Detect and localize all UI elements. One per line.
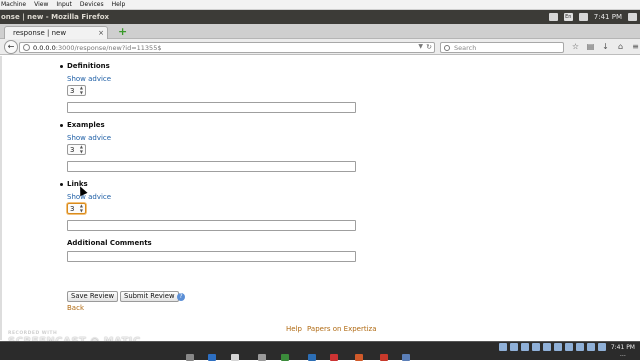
url-bar[interactable]: 0.0.0.0 :3000/response/new?id=11355$ ▼ ↻ (19, 42, 435, 53)
footer-papers-link[interactable]: Papers on Expertiza (307, 325, 377, 333)
reload-icon[interactable]: ↻ (426, 43, 432, 51)
score-select[interactable]: 3 ▲ ▼ (67, 144, 86, 155)
show-advice-link[interactable]: Show advice (67, 193, 111, 201)
spinner-arrows-icon: ▲ ▼ (79, 203, 83, 213)
vm-menu-bar: Machine View Input Devices Help (0, 0, 640, 10)
keyboard-layout-indicator[interactable]: En (563, 13, 573, 21)
taskbar-date: … (619, 351, 626, 358)
taskbar-clock[interactable]: 7:41 PM … (611, 344, 635, 358)
bullet (60, 183, 63, 186)
bullet (60, 65, 63, 68)
bookmark-star-icon[interactable]: ☆ (571, 42, 580, 51)
tray-icon[interactable] (554, 343, 562, 351)
system-tray: En 7:41 PM (548, 10, 637, 24)
spinner-arrows-icon: ▲ ▼ (79, 144, 83, 154)
vm-menu-machine[interactable]: Machine (1, 1, 26, 8)
menu-icon[interactable]: ≡ (631, 42, 640, 51)
footer-help-link[interactable]: Help (286, 325, 302, 333)
additional-comments-label: Additional Comments (67, 239, 152, 247)
close-tab-icon[interactable]: × (98, 29, 104, 37)
score-value: 3 (70, 146, 75, 154)
url-dropdown-icon[interactable]: ▼ (418, 43, 423, 50)
host-taskbar: 7:41 PM … (0, 341, 640, 361)
score-value: 3 (70, 87, 75, 95)
help-icon[interactable]: ? (177, 293, 185, 301)
bookmarks-menu-icon[interactable]: ▤ (586, 42, 595, 51)
window-title: onse | new - Mozilla Firefox (1, 13, 110, 21)
url-host: 0.0.0.0 (33, 43, 56, 52)
show-advice-link[interactable]: Show advice (67, 75, 111, 83)
new-tab-icon[interactable]: + (118, 26, 127, 37)
power-icon[interactable] (628, 13, 637, 21)
page-content: Definitions Show advice 3 ▲ ▼ Examples Sh… (0, 56, 640, 340)
score-value: 3 (70, 205, 75, 213)
show-advice-link[interactable]: Show advice (67, 134, 111, 142)
globe-icon (23, 44, 30, 51)
section-title: Definitions (67, 62, 110, 70)
tray-icon[interactable] (521, 343, 529, 351)
comment-field[interactable] (67, 161, 356, 172)
vm-menu-help[interactable]: Help (112, 1, 126, 8)
tray-icon[interactable] (576, 343, 584, 351)
tab-label: response | new (13, 29, 67, 37)
search-placeholder: Search (454, 43, 477, 52)
tray-icon[interactable] (587, 343, 595, 351)
tab-bar: response | new × + (0, 24, 640, 39)
url-path: :3000/response/new?id=11355$ (55, 43, 162, 52)
top-panel: onse | new - Mozilla Firefox En 7:41 PM (0, 10, 640, 24)
tray-icon[interactable] (543, 343, 551, 351)
network-icon[interactable] (548, 13, 558, 21)
comment-field[interactable] (67, 102, 356, 113)
back-button[interactable]: ← (4, 40, 18, 54)
save-review-button[interactable]: Save Review (67, 291, 119, 302)
section-title: Examples (67, 121, 105, 129)
panel-clock[interactable]: 7:41 PM (594, 13, 622, 21)
tab-response-new[interactable]: response | new × (4, 26, 108, 39)
download-icon[interactable]: ↓ (601, 42, 610, 51)
vm-menu-input[interactable]: Input (56, 1, 72, 8)
vm-menu-view[interactable]: View (34, 1, 48, 8)
spinner-arrows-icon: ▲ ▼ (79, 85, 83, 95)
search-bar[interactable]: Search (440, 42, 564, 53)
submit-review-button[interactable]: Submit Review (120, 291, 179, 302)
tray-icon[interactable] (499, 343, 507, 351)
search-icon (444, 44, 450, 51)
vm-menu-devices[interactable]: Devices (80, 1, 104, 8)
additional-comments-field[interactable] (67, 251, 356, 262)
tray-icon[interactable] (598, 343, 606, 351)
tray-icon[interactable] (532, 343, 540, 351)
home-icon[interactable]: ⌂ (616, 42, 625, 51)
tray-icon[interactable] (510, 343, 518, 351)
comment-field[interactable] (67, 220, 356, 231)
score-select[interactable]: 3 ▲ ▼ (67, 85, 86, 96)
tray-icon[interactable] (565, 343, 573, 351)
navigation-bar: ← 0.0.0.0 :3000/response/new?id=11355$ ▼… (0, 39, 640, 55)
page-edge (0, 56, 2, 340)
score-select[interactable]: 3 ▲ ▼ (67, 203, 86, 214)
toolbar-icons: ☆ ▤ ↓ ⌂ ≡ (571, 42, 640, 51)
volume-icon[interactable] (578, 13, 588, 21)
back-link[interactable]: Back (67, 304, 84, 312)
taskbar-tray (499, 343, 606, 351)
bullet (60, 124, 63, 127)
taskbar-time: 7:41 PM (610, 344, 635, 351)
